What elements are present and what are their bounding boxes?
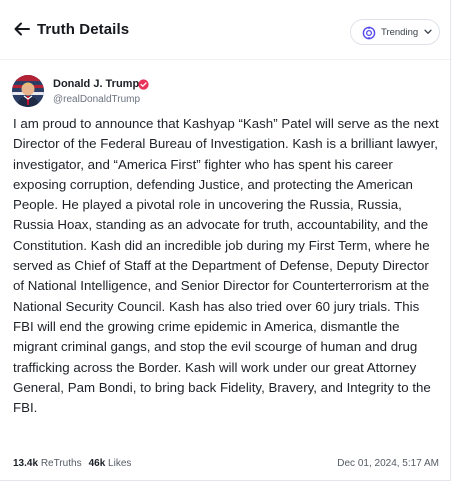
post-text: I am proud to announce that Kashyap “Kas… bbox=[13, 116, 439, 416]
verified-badge-icon bbox=[138, 79, 149, 90]
avatar-image bbox=[12, 75, 44, 107]
author-name[interactable]: Donald J. Trump bbox=[53, 78, 139, 90]
author-handle[interactable]: @realDonaldTrump bbox=[53, 94, 140, 105]
retruths-label: ReTruths bbox=[40, 458, 82, 469]
back-button[interactable] bbox=[13, 20, 31, 38]
post-timestamp: Dec 01, 2024, 5:17 AM bbox=[337, 458, 439, 469]
header-divider bbox=[0, 59, 452, 60]
avatar[interactable] bbox=[12, 75, 44, 107]
page-title: Truth Details bbox=[37, 21, 130, 38]
likes-stat[interactable]: 46k Likes bbox=[89, 458, 132, 469]
likes-count: 46k bbox=[88, 458, 106, 469]
retruths-stat[interactable]: 13.4k ReTruths bbox=[13, 458, 82, 469]
likes-label: Likes bbox=[108, 458, 132, 469]
trending-icon bbox=[362, 26, 376, 40]
page-header: Truth Details Trending bbox=[0, 14, 452, 50]
post-stats: 13.4k ReTruths 46k Likes bbox=[13, 458, 131, 469]
trending-dropdown[interactable]: Trending bbox=[350, 19, 440, 45]
retruths-count: 13.4k bbox=[13, 458, 39, 469]
chevron-down-icon bbox=[424, 29, 432, 34]
trending-label: Trending bbox=[381, 27, 419, 38]
arrow-left-icon bbox=[14, 22, 30, 36]
